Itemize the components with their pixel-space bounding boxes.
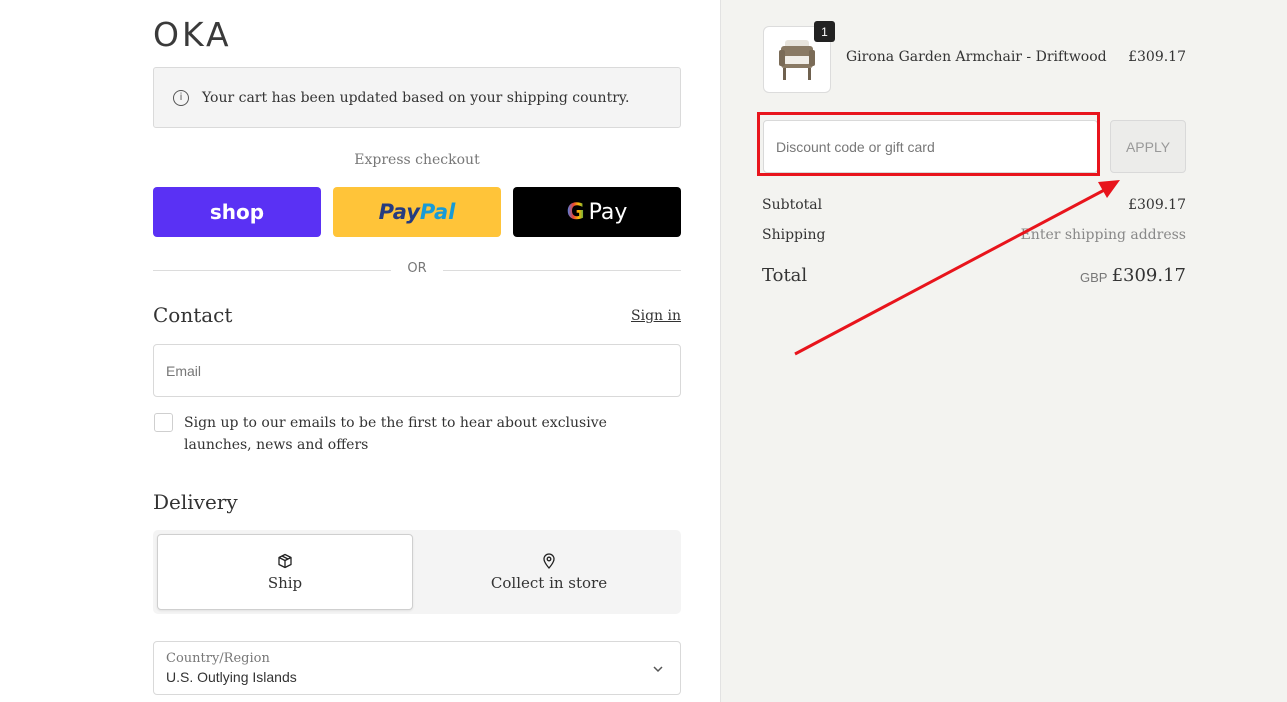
country-region-label: Country/Region bbox=[166, 651, 270, 666]
newsletter-checkbox[interactable] bbox=[154, 413, 173, 432]
or-divider-label: OR bbox=[407, 261, 427, 276]
google-pay-button[interactable]: G Pay bbox=[513, 187, 681, 237]
collect-option-label: Collect in store bbox=[490, 573, 608, 592]
or-divider-right bbox=[443, 270, 681, 271]
apply-button[interactable]: APPLY bbox=[1110, 120, 1186, 173]
product-price: £309.17 bbox=[1128, 49, 1186, 65]
express-checkout-label: Express checkout bbox=[354, 152, 480, 168]
google-pay-label: Pay bbox=[588, 199, 628, 225]
armchair-image bbox=[779, 39, 815, 80]
paypal-label-part1: Pay bbox=[378, 200, 420, 224]
annotation-highlight-box bbox=[757, 112, 1100, 176]
brand-logo[interactable]: OKA bbox=[153, 15, 232, 54]
country-region-value: U.S. Outlying Islands bbox=[166, 669, 297, 685]
quantity-badge: 1 bbox=[814, 21, 835, 42]
google-g-icon: G bbox=[566, 199, 585, 225]
paypal-label-part2: Pal bbox=[419, 200, 456, 224]
ship-option[interactable]: Ship bbox=[157, 534, 413, 610]
newsletter-label: Sign up to our emails to be the first to… bbox=[184, 415, 607, 453]
cart-updated-notice: i Your cart has been updated based on yo… bbox=[153, 67, 681, 128]
chevron-down-icon bbox=[652, 660, 664, 679]
product-name: Girona Garden Armchair - Driftwood bbox=[846, 49, 1107, 65]
box-icon bbox=[277, 553, 293, 569]
shop-pay-button[interactable]: shop bbox=[153, 187, 321, 237]
email-placeholder: Email bbox=[166, 362, 202, 379]
collect-in-store-option[interactable]: Collect in store bbox=[421, 534, 677, 610]
notice-text: Your cart has been updated based on your… bbox=[202, 89, 630, 106]
country-region-select[interactable]: Country/Region U.S. Outlying Islands bbox=[153, 641, 681, 695]
annotation-arrow bbox=[794, 180, 1120, 356]
sign-in-link[interactable]: Sign in bbox=[620, 308, 681, 324]
paypal-button[interactable]: Pay Pal bbox=[333, 187, 501, 237]
ship-option-label: Ship bbox=[267, 573, 303, 592]
delivery-heading: Delivery bbox=[153, 490, 238, 514]
or-divider-left bbox=[153, 270, 391, 271]
shop-pay-label: shop bbox=[209, 200, 265, 224]
info-icon: i bbox=[173, 89, 189, 106]
email-field[interactable]: Email bbox=[153, 344, 681, 397]
contact-heading: Contact bbox=[153, 303, 233, 327]
location-pin-icon bbox=[541, 552, 557, 569]
